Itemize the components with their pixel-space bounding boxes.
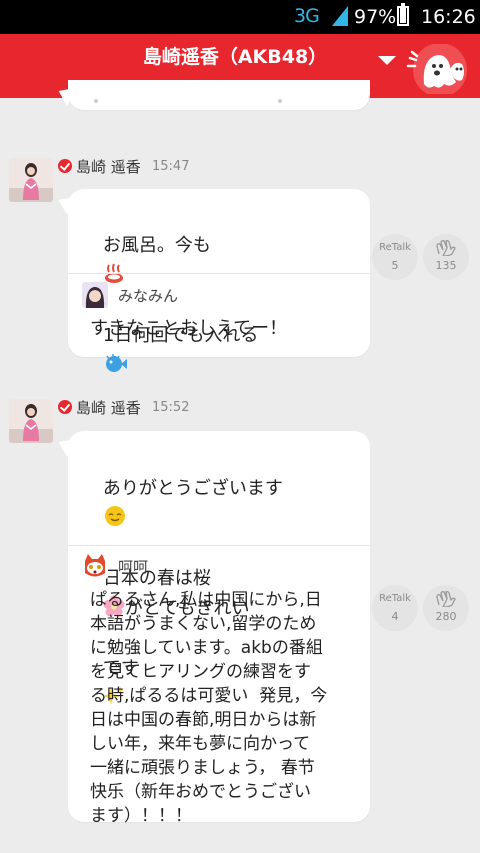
chevron-down-icon[interactable] [378,56,396,65]
reply-text: すきなことおしえてー！ [90,318,288,339]
author-name[interactable]: 島崎 遥香 [76,397,141,418]
clap-icon [436,240,456,256]
avatar[interactable] [9,158,53,202]
battery-percent: 97% [354,6,397,28]
reply-text: ぱるるさん,私は中国にから,日 本語がうまくない,留学のため に勉強しています。… [90,590,328,826]
page-title: 島崎遥香（AKB48） [142,46,328,68]
author-name[interactable]: 島崎 遥香 [76,156,141,177]
previous-message-bubble [68,80,370,110]
avatar[interactable] [9,399,53,443]
clap-button[interactable]: 280 [423,585,469,631]
divider [68,545,370,546]
status-bar: 3G 97% 16:26 [0,0,480,34]
message-bubble: お風呂。今も 1日何回でも入れる みなみん すきなことおしえてー！ [68,189,370,372]
verified-badge-icon [58,159,72,173]
blowfish-emoji-icon [105,354,127,372]
smile-emoji-icon [104,506,125,526]
clap-count: 280 [435,610,457,623]
reply-author-name[interactable]: みなみん [118,285,178,306]
reply-author-name[interactable]: 呵呵 [118,556,148,577]
ghost-mascot-icon[interactable] [406,44,468,94]
clap-count: 135 [435,259,457,272]
timestamp: 15:47 [152,159,190,174]
retalk-count: 5 [391,259,399,272]
message-line: お風呂。今も [102,235,211,256]
message-line: ありがとうございます [102,478,283,499]
network-indicator: 3G [294,5,320,27]
retalk-label: ReTalk [379,593,411,604]
battery-icon [397,3,409,26]
divider [68,273,370,274]
retalk-count: 4 [391,610,399,623]
clap-icon [436,591,456,607]
retalk-button[interactable]: ReTalk 4 [372,585,418,631]
verified-badge-icon [58,400,72,414]
reply-avatar[interactable] [82,553,108,579]
message-bubble: ありがとうございます 日本の春は桜 がとてもきれい です 呵呵 ぱるるさん,私は… [68,431,370,826]
retalk-label: ReTalk [379,242,411,253]
clap-button[interactable]: 135 [423,234,469,280]
timestamp: 15:52 [152,400,190,415]
reply-avatar[interactable] [82,282,108,308]
clock: 16:26 [421,6,476,28]
signal-icon [332,6,348,26]
retalk-button[interactable]: ReTalk 5 [372,234,418,280]
